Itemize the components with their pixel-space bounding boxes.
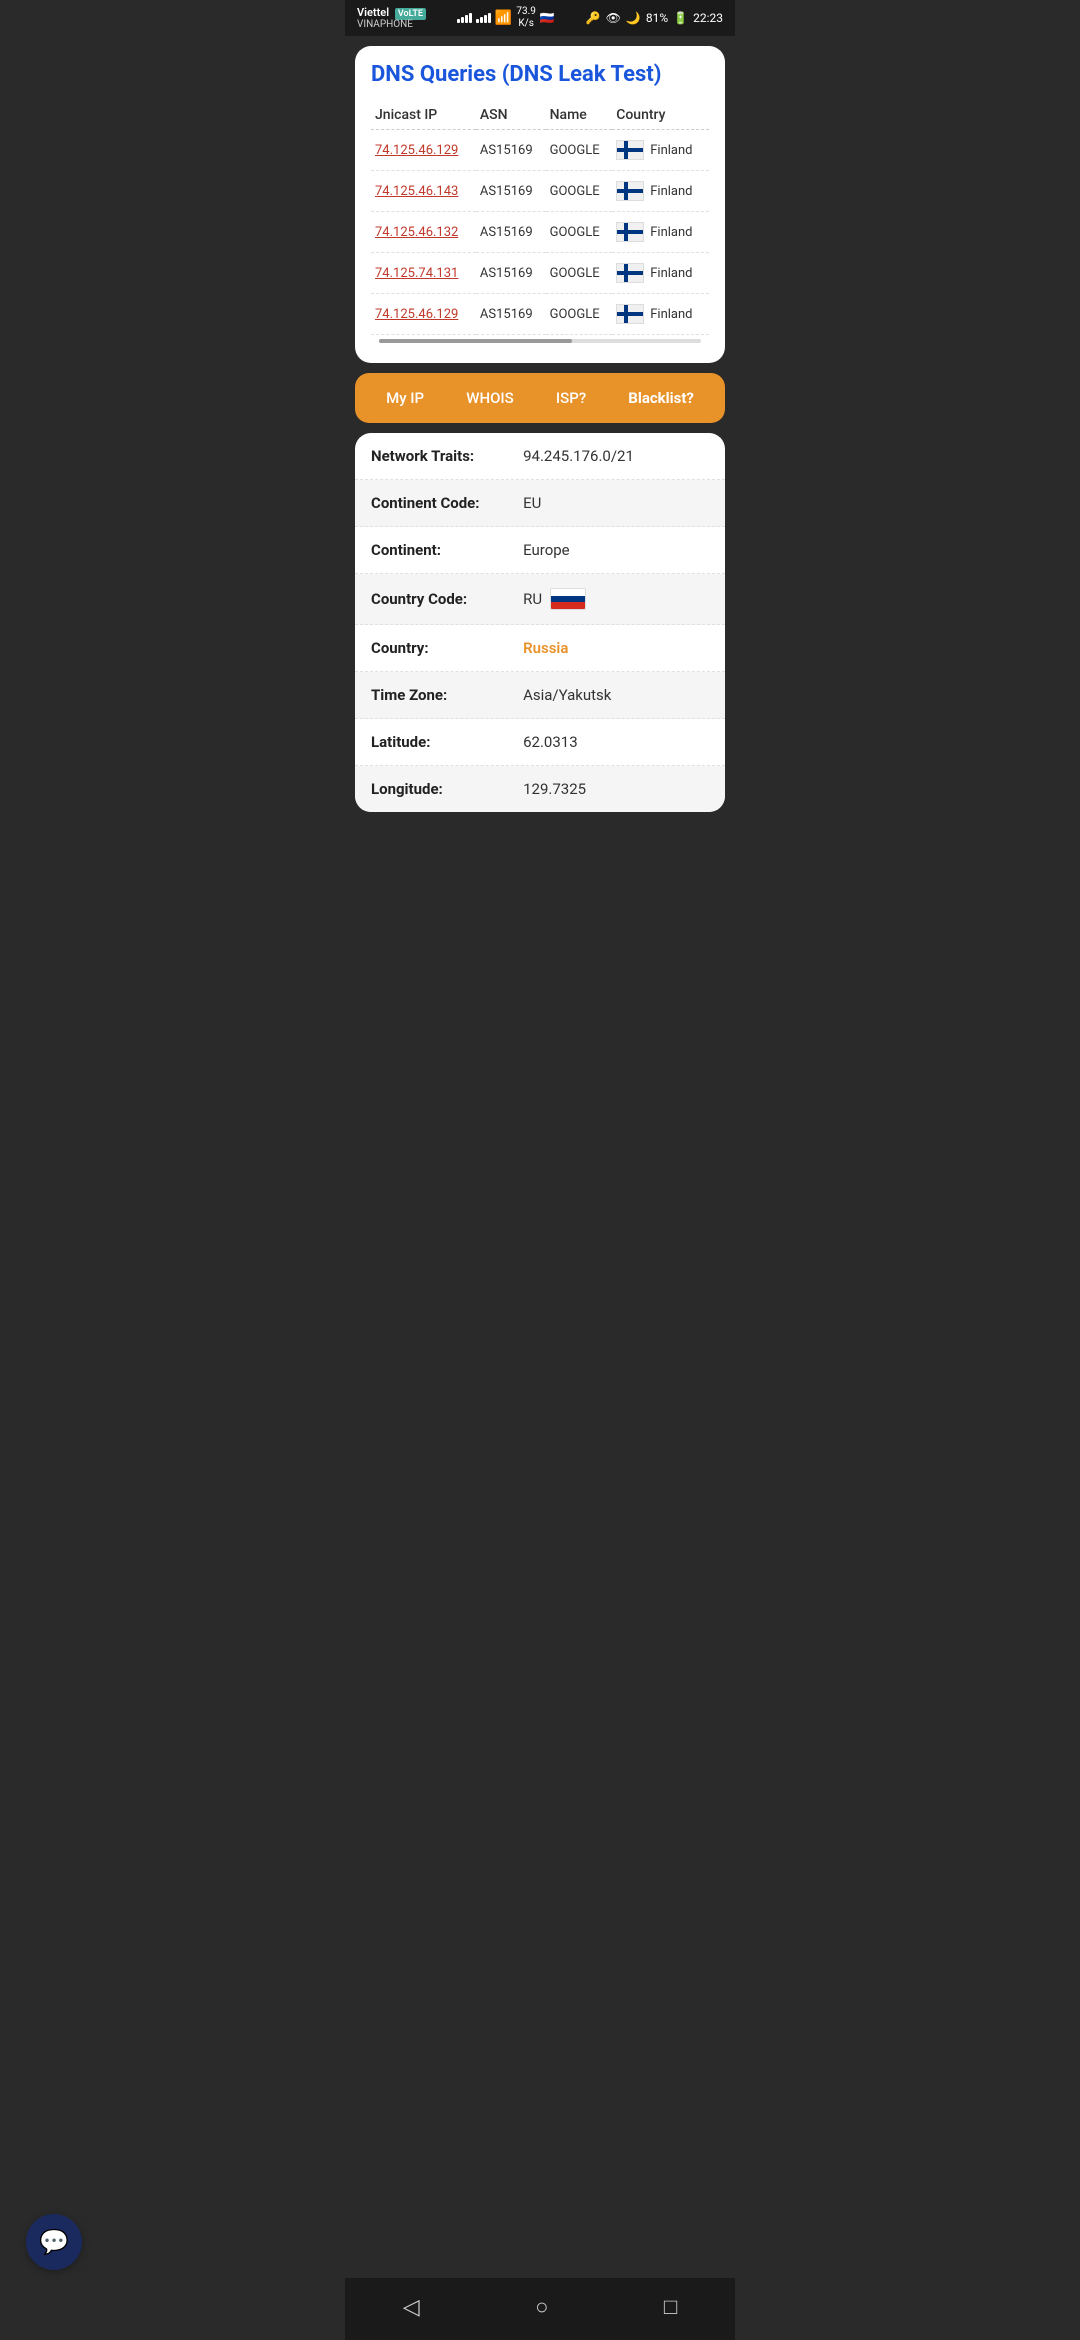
info-label: Latitude: — [371, 733, 523, 751]
cell-name: GOOGLE — [546, 294, 613, 335]
cell-country: Finland — [612, 294, 709, 335]
dns-card: DNS Queries (DNS Leak Test) Jnicast IP A… — [355, 46, 725, 363]
col-name: Name — [546, 101, 613, 130]
main-content: DNS Queries (DNS Leak Test) Jnicast IP A… — [345, 36, 735, 822]
tab-blacklist[interactable]: Blacklist? — [628, 389, 694, 407]
info-value: Asia/Yakutsk — [523, 686, 709, 704]
chat-icon: 💬 — [39, 2228, 69, 2256]
russia-flag-icon — [550, 588, 586, 610]
cell-asn: AS15169 — [476, 253, 546, 294]
wifi-icon: 📶 — [495, 10, 512, 26]
info-label: Continent: — [371, 541, 523, 559]
info-label: Country: — [371, 639, 523, 657]
country-name: Finland — [650, 143, 692, 158]
scroll-thumb — [379, 339, 572, 343]
moon-icon: 🌙 — [626, 11, 641, 25]
col-ip: Jnicast IP — [371, 101, 476, 130]
battery-icon: 🔋 — [673, 11, 688, 25]
country-name: Finland — [650, 307, 692, 322]
recent-button[interactable]: □ — [644, 2290, 697, 2324]
cell-country: Finland — [612, 253, 709, 294]
info-label: Time Zone: — [371, 686, 523, 704]
finland-flag-icon — [616, 181, 644, 201]
carrier-name: Viettel VoLTE — [357, 6, 426, 19]
finland-flag-icon — [616, 222, 644, 242]
cell-asn: AS15169 — [476, 171, 546, 212]
tab-isp[interactable]: ISP? — [556, 389, 586, 407]
table-row: 74.125.74.131AS15169GOOGLE Finland — [371, 253, 709, 294]
info-value: 129.7325 — [523, 780, 709, 798]
table-row: 74.125.46.132AS15169GOOGLE Finland — [371, 212, 709, 253]
info-label: Country Code: — [371, 590, 523, 608]
tab-my-ip[interactable]: My IP — [386, 389, 424, 407]
status-icons: 🔑 👁 🌙 81% 🔋 22:23 — [586, 11, 723, 25]
tab-whois[interactable]: WHOIS — [466, 389, 514, 407]
info-label: Continent Code: — [371, 494, 523, 512]
col-country: Country — [612, 101, 709, 130]
info-row: Network Traits:94.245.176.0/21 — [355, 433, 725, 480]
table-row: 74.125.46.129AS15169GOOGLE Finland — [371, 130, 709, 171]
info-value: 94.245.176.0/21 — [523, 447, 709, 465]
back-button[interactable]: ◁ — [383, 2290, 440, 2324]
info-row: Continent:Europe — [355, 527, 725, 574]
cell-asn: AS15169 — [476, 130, 546, 171]
country-name: Finland — [650, 184, 692, 199]
dns-table: Jnicast IP ASN Name Country 74.125.46.12… — [371, 101, 709, 335]
cell-name: GOOGLE — [546, 212, 613, 253]
info-label: Network Traits: — [371, 447, 523, 465]
cell-ip[interactable]: 74.125.46.143 — [371, 171, 476, 212]
dns-title: DNS Queries (DNS Leak Test) — [371, 62, 709, 87]
cell-asn: AS15169 — [476, 212, 546, 253]
nav-bar: ◁ ○ □ — [345, 2278, 735, 2340]
tab-bar: My IP WHOIS ISP? Blacklist? — [355, 373, 725, 423]
finland-flag-icon — [616, 263, 644, 283]
info-value: 62.0313 — [523, 733, 709, 751]
info-card: Network Traits:94.245.176.0/21Continent … — [355, 433, 725, 812]
scroll-indicator — [379, 339, 701, 343]
signal-group: 📶 73.9 K/s 🇷🇺 — [457, 6, 555, 30]
col-asn: ASN — [476, 101, 546, 130]
finland-flag-icon — [616, 140, 644, 160]
cell-name: GOOGLE — [546, 253, 613, 294]
cell-country: Finland — [612, 212, 709, 253]
info-row: Continent Code:EU — [355, 480, 725, 527]
battery-text: 81% — [646, 11, 668, 25]
cell-asn: AS15169 — [476, 294, 546, 335]
cell-ip[interactable]: 74.125.46.129 — [371, 130, 476, 171]
info-value: EU — [523, 494, 709, 512]
signal-bars-1 — [457, 13, 472, 23]
table-row: 74.125.46.143AS15169GOOGLE Finland — [371, 171, 709, 212]
info-row: Longitude:129.7325 — [355, 766, 725, 812]
status-bar: Viettel VoLTE VINAPHONE 📶 73.9 K/s 🇷🇺 🔑 … — [345, 0, 735, 36]
table-row: 74.125.46.129AS15169GOOGLE Finland — [371, 294, 709, 335]
cell-name: GOOGLE — [546, 130, 613, 171]
finland-flag-icon — [616, 304, 644, 324]
info-value: Russia — [523, 639, 709, 657]
info-row: Latitude:62.0313 — [355, 719, 725, 766]
country-name: Finland — [650, 225, 692, 240]
chat-button[interactable]: 💬 — [26, 2214, 82, 2270]
info-value: RU — [523, 588, 709, 610]
cell-ip[interactable]: 74.125.46.132 — [371, 212, 476, 253]
clock: 22:23 — [693, 11, 723, 25]
cell-country: Finland — [612, 130, 709, 171]
eye-icon: 👁 — [606, 11, 621, 25]
speed-info: 73.9 K/s — [516, 6, 536, 30]
info-row: Country Code:RU — [355, 574, 725, 625]
country-name: Finland — [650, 266, 692, 281]
info-label: Longitude: — [371, 780, 523, 798]
russia-flag-status: 🇷🇺 — [540, 11, 555, 25]
info-value: Europe — [523, 541, 709, 559]
home-button[interactable]: ○ — [515, 2290, 568, 2324]
operator-name: VINAPHONE — [357, 19, 426, 30]
cell-name: GOOGLE — [546, 171, 613, 212]
cell-country: Finland — [612, 171, 709, 212]
info-row: Time Zone:Asia/Yakutsk — [355, 672, 725, 719]
info-row: Country:Russia — [355, 625, 725, 672]
signal-bars-2 — [476, 13, 491, 23]
key-icon: 🔑 — [586, 11, 601, 25]
cell-ip[interactable]: 74.125.74.131 — [371, 253, 476, 294]
cell-ip[interactable]: 74.125.46.129 — [371, 294, 476, 335]
carrier-info: Viettel VoLTE VINAPHONE — [357, 6, 426, 30]
